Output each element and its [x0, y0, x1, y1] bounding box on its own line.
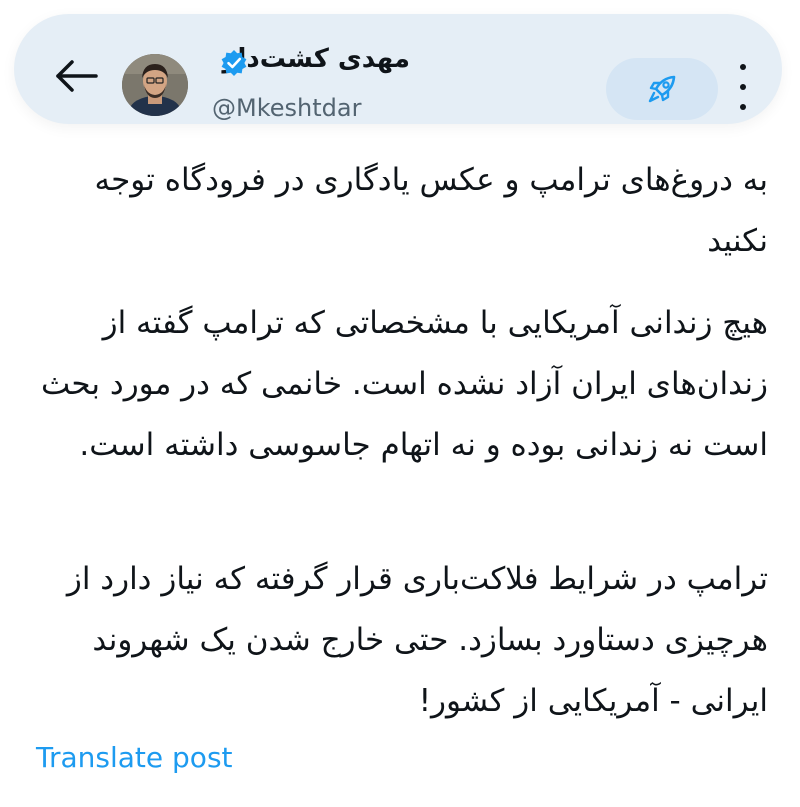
arrow-left-icon [56, 60, 98, 92]
more-options-button[interactable] [732, 64, 754, 110]
back-button[interactable] [52, 56, 102, 96]
post-paragraph-2: هیچ زندانی آمریکایی با مشخصاتی که ترامپ … [40, 305, 768, 463]
display-name[interactable]: مهدی کشت‌دار [223, 44, 410, 74]
rocket-icon [648, 75, 676, 103]
user-handle: @Mkeshtdar [212, 94, 362, 122]
profile-header-bar: مهدی کشت‌دار @Mkeshtdar [14, 14, 782, 124]
translate-post-link[interactable]: Translate post [36, 741, 233, 774]
more-vertical-icon [740, 64, 746, 70]
boost-button[interactable] [606, 58, 718, 120]
post-paragraph-3: ترامپ در شرایط فلاکت‌باری قرار گرفته که … [66, 561, 768, 719]
post-paragraph-1: به دروغ‌های ترامپ و عکس یادگاری در فرودگ… [94, 162, 768, 259]
verified-badge-icon [221, 50, 247, 76]
avatar[interactable] [122, 54, 188, 116]
